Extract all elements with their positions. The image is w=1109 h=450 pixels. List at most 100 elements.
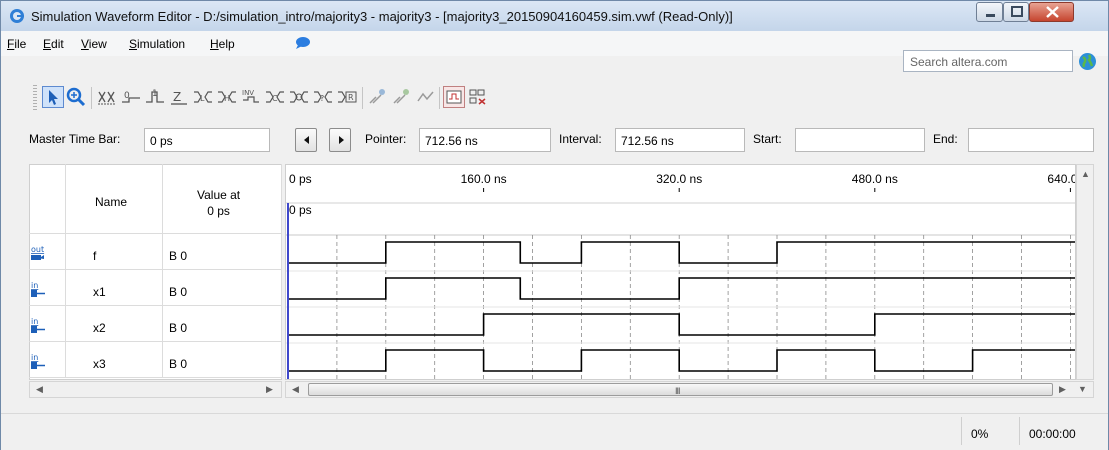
- search-input[interactable]: Search altera.com: [903, 50, 1073, 72]
- interval-field: 712.56 ns: [615, 128, 745, 152]
- svg-text:in: in: [31, 317, 38, 326]
- menu-simulation[interactable]: Simulation: [129, 37, 185, 51]
- svg-text:INV: INV: [242, 89, 254, 97]
- output-pin-icon: out: [31, 245, 44, 260]
- svg-text:R: R: [348, 93, 354, 102]
- next-transition-button[interactable]: [329, 128, 351, 152]
- minimize-button[interactable]: [976, 2, 1003, 22]
- svg-text:out: out: [31, 245, 44, 254]
- high-impedance-icon[interactable]: Z: [168, 86, 190, 108]
- time-scale-label: 320.0 ns: [656, 172, 702, 186]
- pointer-label: Pointer:: [365, 132, 407, 146]
- toolbar-grip[interactable]: [33, 85, 37, 111]
- clock-value-icon[interactable]: [288, 86, 310, 108]
- minimize-icon: [986, 14, 995, 17]
- start-label: Start:: [753, 132, 782, 146]
- signal-list-hscrollbar[interactable]: ◀ ▶: [29, 381, 282, 398]
- snap-to-transition-icon[interactable]: [391, 86, 413, 108]
- waveform-canvas[interactable]: 0 ps160.0 ns320.0 ns480.0 ns640.0 ns800.…: [286, 165, 1076, 380]
- snap-to-grid-icon[interactable]: [367, 86, 389, 108]
- time-scale-label: 640.0 ns: [1047, 172, 1076, 186]
- master-time-bar-marker-label: 0 ps: [289, 203, 312, 217]
- forcing-high-icon[interactable]: 1: [144, 86, 166, 108]
- waveform-x1: [288, 277, 1075, 300]
- count-value-icon[interactable]: C: [264, 86, 286, 108]
- svg-text:L: L: [200, 94, 205, 103]
- random-value-icon[interactable]: R: [336, 86, 358, 108]
- column-header-value[interactable]: Value at 0 ps: [197, 187, 240, 219]
- svg-text:in: in: [31, 281, 38, 290]
- waveform-panel[interactable]: 0 ps160.0 ns320.0 ns480.0 ns640.0 ns800.…: [285, 164, 1076, 380]
- master-time-bar-label: Master Time Bar:: [29, 132, 121, 146]
- chat-bubble-icon[interactable]: [295, 36, 311, 50]
- table-row[interactable]: [66, 234, 163, 270]
- waveform-f: [288, 241, 1075, 264]
- globe-icon[interactable]: [1078, 52, 1097, 71]
- previous-transition-button[interactable]: [295, 128, 317, 152]
- end-label: End:: [933, 132, 958, 146]
- weak-high-icon[interactable]: H: [216, 86, 238, 108]
- show-waveform-icon[interactable]: [415, 86, 437, 108]
- toolbar-separator: [362, 87, 363, 109]
- elapsed-time: 00:00:00: [1029, 427, 1076, 441]
- table-row[interactable]: [66, 342, 163, 378]
- svg-text:?: ?: [320, 94, 324, 103]
- zoom-tool-icon[interactable]: [65, 86, 87, 108]
- toolbar-separator: [91, 87, 92, 109]
- interval-label: Interval:: [559, 132, 602, 146]
- invert-icon[interactable]: INV: [240, 86, 262, 108]
- start-field: [795, 128, 925, 152]
- overwrite-clock-icon[interactable]: [443, 86, 465, 108]
- svg-text:Z: Z: [173, 90, 181, 104]
- menu-file[interactable]: File: [7, 37, 26, 51]
- signal-value: B 0: [169, 357, 188, 371]
- scroll-left-icon[interactable]: ◀: [292, 384, 299, 395]
- time-scale-label: 160.0 ns: [461, 172, 507, 186]
- input-pin-icon: in: [31, 353, 45, 369]
- weak-low-icon[interactable]: L: [192, 86, 214, 108]
- waveform-x2: [288, 313, 1075, 336]
- menu-view[interactable]: View: [81, 37, 107, 51]
- svg-text:H: H: [224, 94, 230, 103]
- signal-name[interactable]: x3: [93, 357, 106, 371]
- signal-value: B 0: [169, 321, 188, 335]
- pointer-field: 712.56 ns: [419, 128, 551, 152]
- arbitrary-value-icon[interactable]: ?: [312, 86, 334, 108]
- signal-name[interactable]: x1: [93, 285, 106, 299]
- scroll-right-icon[interactable]: ▶: [1059, 384, 1066, 395]
- menu-help[interactable]: Help: [210, 37, 235, 51]
- title-bar: Simulation Waveform Editor - D:/simulati…: [1, 1, 1108, 32]
- input-pin-icon: in: [31, 317, 45, 333]
- signal-name[interactable]: x2: [93, 321, 106, 335]
- forcing-unknown-icon[interactable]: [96, 86, 118, 108]
- signal-name[interactable]: f: [93, 249, 96, 263]
- window-title: Simulation Waveform Editor - D:/simulati…: [31, 9, 733, 24]
- scroll-left-icon[interactable]: ◀: [36, 384, 43, 395]
- waveform-hscrollbar[interactable]: ◀ III ▶ ▼: [285, 381, 1094, 398]
- scroll-dropdown-icon[interactable]: ▼: [1078, 384, 1087, 394]
- time-scale-label: 0 ps: [289, 172, 312, 186]
- arrow-left-icon: [304, 136, 309, 144]
- status-bar: [1, 413, 1108, 450]
- app-icon: [10, 9, 24, 23]
- group-icon[interactable]: [467, 86, 489, 108]
- waveform-vscrollbar[interactable]: ▲: [1076, 164, 1094, 380]
- toolbar-separator: [439, 87, 440, 109]
- menu-edit[interactable]: Edit: [43, 37, 64, 51]
- table-row[interactable]: [66, 306, 163, 342]
- column-header-name[interactable]: Name: [95, 195, 127, 209]
- progress-percent: 0%: [971, 427, 989, 441]
- scroll-right-icon[interactable]: ▶: [266, 384, 273, 395]
- scrollbar-thumb[interactable]: III: [308, 383, 1053, 396]
- maximize-button[interactable]: [1003, 2, 1029, 22]
- main-window: Simulation Waveform Editor - D:/simulati…: [0, 0, 1109, 450]
- scroll-up-icon[interactable]: ▲: [1081, 169, 1090, 179]
- master-time-bar-field[interactable]: 0 ps: [144, 128, 270, 152]
- signal-value: B 0: [169, 285, 188, 299]
- table-row[interactable]: [66, 270, 163, 306]
- waveform-x3: [288, 349, 1075, 372]
- selection-tool-icon[interactable]: [42, 86, 64, 108]
- close-button[interactable]: [1029, 2, 1074, 22]
- status-divider: [1019, 417, 1020, 445]
- forcing-low-icon[interactable]: 0: [120, 86, 142, 108]
